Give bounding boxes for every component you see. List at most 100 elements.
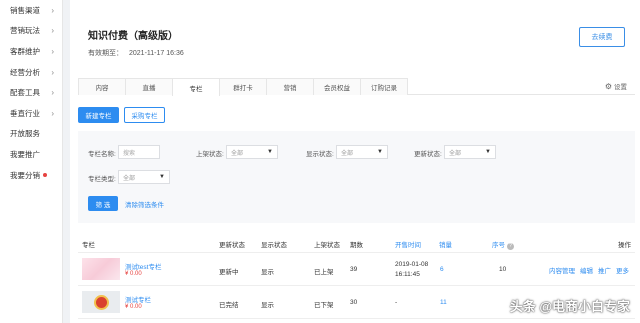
- column-name-label: 专栏名称:: [88, 151, 116, 158]
- column-name-input[interactable]: 搜索: [118, 145, 160, 159]
- sidebar-item-label: 垂直行业: [10, 108, 40, 118]
- gear-icon: ⚙: [604, 81, 612, 91]
- display-status-value: 全部: [341, 150, 354, 157]
- tab-checkin[interactable]: 群打卡: [219, 78, 267, 95]
- th-sale-time[interactable]: 开售时间: [395, 239, 421, 249]
- th-update-status: 更新状态: [219, 242, 245, 249]
- sidebar-item-sales-channel[interactable]: 销售渠道 ›: [0, 0, 62, 21]
- chevron-right-icon: ›: [51, 26, 54, 36]
- display-status-select[interactable]: 全部 ▼: [336, 145, 388, 159]
- th-order-label: 序号: [492, 242, 505, 249]
- chevron-right-icon: ›: [51, 5, 54, 15]
- sidebar-item-label: 配套工具: [10, 88, 40, 98]
- column-type-label: 专栏类型:: [88, 176, 116, 183]
- sidebar-item-label: 我要分销: [10, 170, 40, 180]
- renew-button[interactable]: 去续费: [579, 27, 625, 47]
- caret-down-icon: ▼: [377, 149, 383, 155]
- update-status-select[interactable]: 全部 ▼: [444, 145, 496, 159]
- buy-column-button[interactable]: 采购专栏: [124, 107, 165, 123]
- th-sales[interactable]: 销量: [439, 239, 452, 249]
- page-title: 知识付费（高级版）: [88, 31, 178, 42]
- tab-column[interactable]: 专栏: [172, 78, 220, 96]
- order-number: 10: [499, 266, 507, 273]
- update-status-label: 更新状态:: [414, 151, 442, 158]
- episodes: 30: [350, 299, 358, 306]
- sidebar: 销售渠道 › 营销玩法 › 客群维护 › 经营分析 › 配套工具 › 垂直行业 …: [0, 0, 63, 323]
- sidebar-item-vertical[interactable]: 垂直行业 ›: [0, 103, 62, 124]
- sidebar-item-label: 经营分析: [10, 67, 40, 77]
- sale-date: -: [395, 299, 398, 306]
- column-type-select[interactable]: 全部 ▼: [118, 170, 170, 184]
- chevron-right-icon: ›: [51, 108, 54, 118]
- column-cover-image[interactable]: [82, 258, 120, 280]
- sidebar-item-tools[interactable]: 配套工具 ›: [0, 82, 62, 103]
- th-column: 专栏: [82, 242, 95, 249]
- main-panel: 知识付费（高级版） 有效期至： 2021-11-17 16:36 去续费 内容 直…: [70, 0, 640, 323]
- sidebar-item-analytics[interactable]: 经营分析 ›: [0, 62, 62, 83]
- edit-link[interactable]: 编辑: [580, 265, 593, 275]
- help-icon[interactable]: ?: [507, 243, 514, 250]
- sidebar-item-label: 开放服务: [10, 129, 40, 139]
- chevron-right-icon: ›: [51, 88, 54, 98]
- caret-down-icon: ▼: [485, 149, 491, 155]
- caret-down-icon: ▼: [159, 174, 165, 180]
- clear-filters-link[interactable]: 清除筛选条件: [125, 199, 164, 209]
- shelf-status-label: 上架状态:: [196, 151, 224, 158]
- sidebar-item-promote[interactable]: 我要推广: [0, 144, 62, 165]
- display-status-label: 显示状态:: [306, 151, 334, 158]
- filter-button[interactable]: 筛 选: [88, 196, 118, 211]
- more-link[interactable]: 更多: [616, 265, 629, 275]
- display-status: 显示: [261, 302, 274, 309]
- settings-label: 设置: [614, 84, 627, 91]
- notification-dot: [43, 173, 47, 178]
- validity-date: 2021-11-17 16:36: [129, 50, 184, 57]
- promote-link[interactable]: 推广: [598, 265, 611, 275]
- tab-content[interactable]: 内容: [78, 78, 126, 95]
- content-manage-link[interactable]: 内容管理: [549, 265, 575, 275]
- validity-info: 有效期至： 2021-11-17 16:36: [88, 48, 190, 58]
- chevron-right-icon: ›: [51, 46, 54, 56]
- th-ops: 操作: [618, 242, 631, 249]
- sidebar-item-distribution[interactable]: 我要分销: [0, 165, 62, 186]
- shelf-status: 已上架: [314, 269, 334, 276]
- th-order[interactable]: 序号?: [492, 239, 514, 250]
- display-status: 显示: [261, 269, 274, 276]
- row-actions: 内容管理 编辑 推广 更多: [549, 265, 629, 275]
- sidebar-item-label: 销售渠道: [10, 5, 40, 15]
- seal-image: [93, 294, 109, 310]
- th-shelf-status: 上架状态: [314, 242, 340, 249]
- update-status: 已完结: [219, 302, 239, 309]
- column-title-link[interactable]: 测试专栏: [125, 294, 151, 304]
- filter-panel: 专栏名称: 搜索 上架状态: 全部 ▼ 显示状态: 全部 ▼ 更新状态: 全部 ▼ 专…: [78, 131, 635, 223]
- sidebar-item-marketing[interactable]: 营销玩法 ›: [0, 21, 62, 42]
- update-status-value: 全部: [449, 150, 462, 157]
- sale-date: 2019-01-08: [395, 261, 429, 268]
- sidebar-item-customer[interactable]: 客群维护 ›: [0, 41, 62, 62]
- sidebar-item-label: 我要推广: [10, 149, 40, 159]
- tab-marketing[interactable]: 营销: [266, 78, 314, 95]
- episodes: 39: [350, 266, 358, 273]
- column-cover-image[interactable]: [82, 291, 120, 313]
- column-price: ¥ 0.00: [125, 304, 142, 310]
- tab-member[interactable]: 会员权益: [313, 78, 361, 95]
- sales-count-link[interactable]: 11: [440, 299, 447, 306]
- sidebar-item-open-service[interactable]: 开放服务: [0, 124, 62, 145]
- settings-link[interactable]: ⚙ 设置: [604, 81, 627, 92]
- shelf-status: 已下架: [314, 302, 334, 309]
- column-type-value: 全部: [123, 175, 136, 182]
- caret-down-icon: ▼: [267, 149, 273, 155]
- th-display-status: 显示状态: [261, 242, 287, 249]
- th-episodes: 期数: [350, 242, 363, 249]
- table-row: 测试test专栏 ¥ 0.00 更新中 显示 已上架 39 2019-01-08…: [78, 253, 635, 286]
- sales-count-link[interactable]: 6: [440, 266, 444, 273]
- shelf-status-select[interactable]: 全部 ▼: [226, 145, 278, 159]
- validity-label: 有效期至：: [88, 50, 123, 57]
- column-title-link[interactable]: 测试test专栏: [125, 261, 161, 271]
- table-header: 专栏 更新状态 显示状态 上架状态 期数 开售时间 销量 序号? 操作: [78, 233, 635, 253]
- sidebar-item-label: 营销玩法: [10, 26, 40, 36]
- tab-orders[interactable]: 订购记录: [360, 78, 408, 95]
- update-status: 更新中: [219, 269, 239, 276]
- tab-live[interactable]: 直播: [125, 78, 173, 95]
- new-column-button[interactable]: 新建专栏: [78, 107, 119, 123]
- shelf-status-value: 全部: [231, 150, 244, 157]
